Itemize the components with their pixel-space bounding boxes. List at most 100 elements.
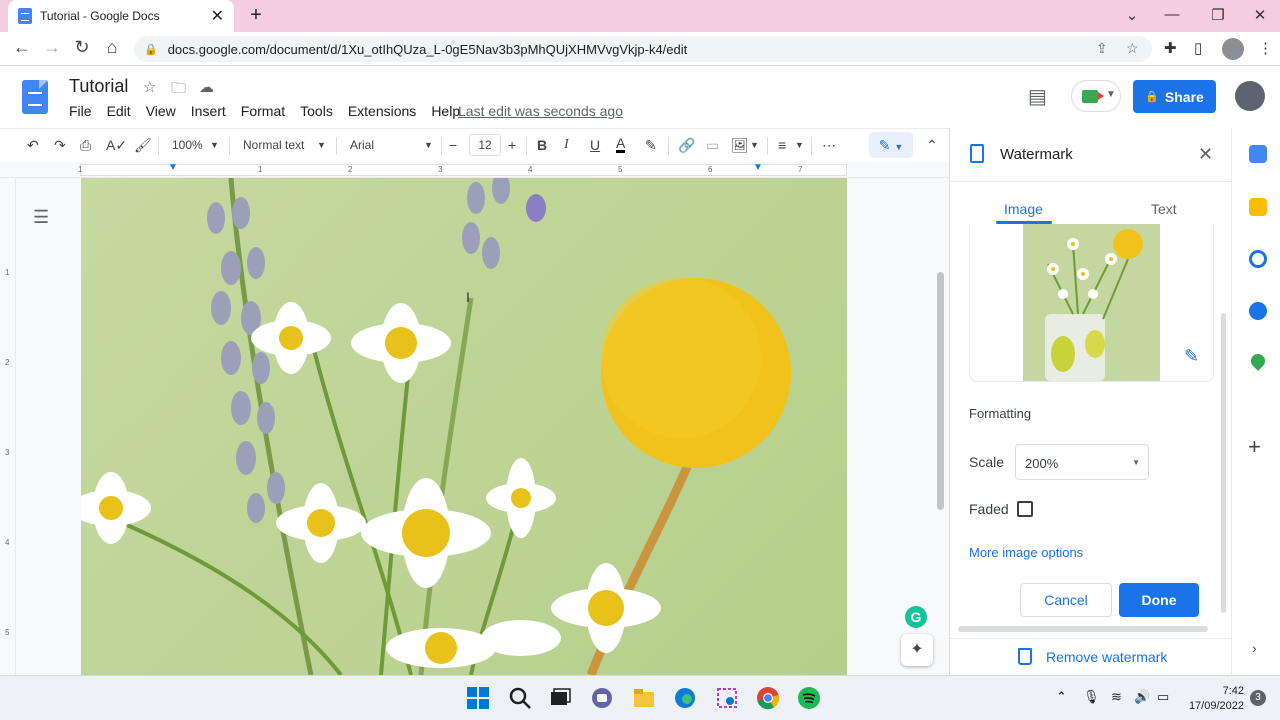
document-scrollbar[interactable] [937,272,944,510]
zoom-select[interactable]: 100% [172,138,203,152]
address-bar[interactable]: 🔒 docs.google.com/document/d/1Xu_otIhQUz… [134,36,1152,62]
star-icon[interactable]: ☆ [143,78,156,96]
hide-menus-icon[interactable]: ⌃ [926,137,938,154]
snipping-tool-icon[interactable] [715,686,739,710]
chevron-up-icon[interactable]: ⌃ [1056,689,1067,705]
cancel-button[interactable]: Cancel [1020,583,1112,617]
print-icon[interactable]: ⎙ [80,137,91,154]
document-page[interactable]: I [81,178,847,675]
wifi-icon[interactable]: ≋ [1111,689,1122,705]
highlight-color-icon[interactable]: ✎ [645,137,657,154]
account-avatar[interactable] [1235,81,1265,111]
cloud-status-icon[interactable]: ☁ [199,78,214,96]
document-outline-icon[interactable]: ☰ [33,207,49,228]
share-button[interactable]: 🔒 Share [1133,80,1216,113]
paint-format-icon[interactable]: 🖌 [134,137,152,154]
forward-icon[interactable]: → [40,37,64,58]
system-clock[interactable]: 7:42 17/09/2022 [1186,684,1244,714]
last-edit-link[interactable]: Last edit was seconds ago [458,103,623,119]
more-options-icon[interactable]: ⋯ [822,137,836,154]
insert-link-icon[interactable]: 🔗 [678,137,695,154]
keep-icon[interactable] [1249,198,1267,216]
move-folder-icon[interactable]: 🗀 [171,78,186,103]
increase-font-size-icon[interactable]: + [508,137,516,153]
extensions-puzzle-icon[interactable]: ✚ [1164,39,1177,57]
explore-button[interactable]: ✦ [901,634,933,666]
editing-mode-button[interactable]: ✎ ▼ [869,132,913,158]
edge-icon[interactable] [673,686,697,710]
tab-search-icon[interactable]: ⌄ [1120,6,1144,24]
edit-pencil-icon[interactable]: ✎ [1184,346,1199,367]
notification-badge[interactable]: 3 [1250,690,1266,706]
panel-scrollbar[interactable] [1221,313,1226,613]
share-page-icon[interactable]: ⇪ [1096,40,1108,57]
tab-text[interactable]: Text [1151,201,1177,217]
close-tab-icon[interactable]: ✕ [211,6,224,26]
task-view-icon[interactable] [548,686,572,710]
lock-icon[interactable]: 🔒 [144,43,158,56]
bookmark-star-icon[interactable]: ☆ [1126,40,1139,57]
comment-history-icon[interactable]: ▤ [1028,84,1047,109]
teams-chat-icon[interactable] [590,686,614,710]
close-window-button[interactable]: ✕ [1248,6,1272,24]
scale-select[interactable]: 200% ▼ [1015,444,1149,480]
home-icon[interactable]: ⌂ [100,37,124,58]
vertical-ruler[interactable]: 1 2 3 4 5 [0,178,16,675]
bold-icon[interactable]: B [537,137,547,153]
menu-insert[interactable]: Insert [191,103,226,119]
redo-icon[interactable]: ↷ [54,137,66,154]
horizontal-ruler[interactable]: 1 ▼ 1 2 3 4 5 6 ▼ 7 [0,162,949,178]
spotify-icon[interactable] [797,686,821,710]
browser-menu-icon[interactable]: ⋮ [1258,39,1273,57]
file-explorer-icon[interactable] [632,686,656,710]
back-icon[interactable]: ← [10,37,34,58]
meet-button[interactable]: ▼ [1071,80,1121,112]
menu-file[interactable]: File [69,103,92,119]
battery-icon[interactable]: ▭ [1157,689,1169,705]
search-icon[interactable] [508,686,532,710]
calendar-icon[interactable] [1249,145,1267,163]
minimize-button[interactable]: — [1160,6,1184,23]
new-tab-button[interactable]: + [246,4,266,27]
windows-start-icon[interactable] [466,686,490,710]
align-icon[interactable]: ≡ [778,137,786,153]
font-size-input[interactable]: 12 [469,134,501,156]
docs-logo-icon[interactable] [22,80,48,114]
volume-icon[interactable]: 🔊 [1134,689,1150,705]
right-indent-marker-icon[interactable]: ▼ [753,162,763,173]
document-title[interactable]: Tutorial [69,76,128,97]
menu-format[interactable]: Format [241,103,285,119]
add-addon-icon[interactable]: + [1248,434,1261,460]
close-icon[interactable]: ✕ [1198,144,1213,165]
menu-view[interactable]: View [146,103,176,119]
chrome-icon[interactable] [756,686,780,710]
browser-tab[interactable]: Tutorial - Google Docs ✕ [8,0,234,32]
text-color-icon[interactable]: A [616,136,626,153]
tab-image[interactable]: Image [1004,201,1043,217]
contacts-icon[interactable] [1249,302,1267,320]
italic-icon[interactable]: I [564,137,569,153]
spellcheck-icon[interactable]: A✓ [106,137,127,154]
add-comment-icon[interactable]: ▭ [706,137,719,154]
more-image-options-link[interactable]: More image options [969,545,1083,560]
grammarly-icon[interactable]: G [905,606,927,628]
menu-edit[interactable]: Edit [107,103,131,119]
microphone-icon[interactable]: 🎙 [1083,689,1100,705]
underline-icon[interactable]: U [590,137,600,153]
decrease-font-size-icon[interactable]: − [449,137,457,153]
profile-avatar[interactable] [1222,38,1244,64]
done-button[interactable]: Done [1119,583,1199,617]
chevron-right-icon[interactable]: › [1252,640,1257,656]
faded-checkbox[interactable] [1017,501,1033,517]
menu-tools[interactable]: Tools [300,103,333,119]
remove-watermark-button[interactable]: Remove watermark [950,638,1232,675]
style-select[interactable]: Normal text [243,138,304,152]
tasks-icon[interactable] [1249,250,1267,268]
indent-marker-icon[interactable]: ▼ [168,162,178,173]
undo-icon[interactable]: ↶ [27,137,39,154]
maximize-button[interactable]: ❐ [1206,6,1230,24]
font-select[interactable]: Arial [350,138,374,152]
insert-image-icon[interactable]: 🖼 [731,137,749,154]
menu-extensions[interactable]: Extensions [348,103,416,119]
maps-icon[interactable] [1248,351,1268,371]
